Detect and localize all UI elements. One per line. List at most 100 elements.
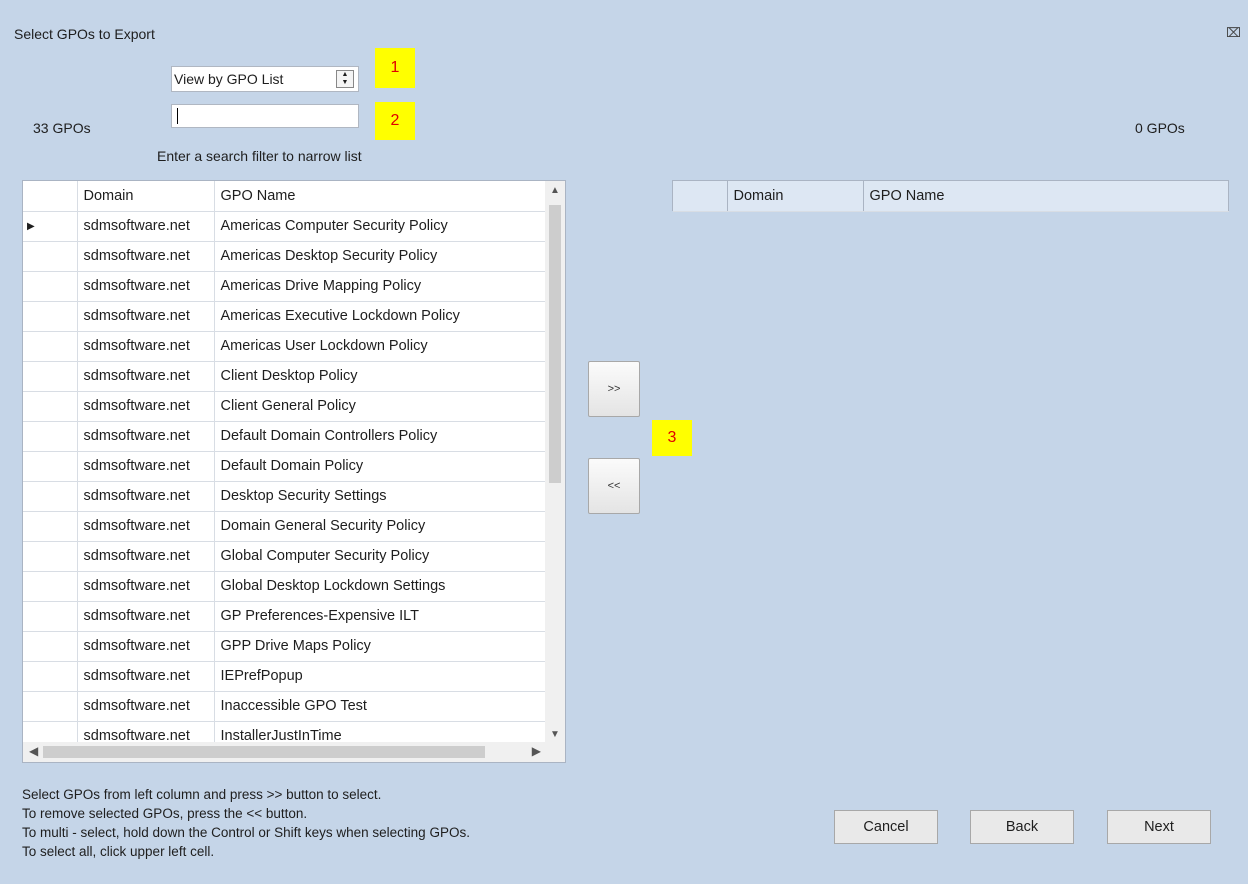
row-header-cell[interactable]	[23, 661, 78, 692]
table-row[interactable]: sdmsoftware.net Default Domain Controller…	[23, 421, 548, 452]
horizontal-scrollbar[interactable]: ◀ ▶	[23, 742, 565, 762]
gpo-name-cell[interactable]: Global Computer Security Policy	[214, 541, 548, 572]
row-header-cell[interactable]	[23, 541, 78, 572]
domain-cell[interactable]: sdmsoftware.net	[77, 511, 215, 542]
table-row[interactable]: sdmsoftware.net Client General Policy	[23, 391, 548, 422]
search-input[interactable]	[171, 104, 359, 128]
gpo-name-cell[interactable]: Client Desktop Policy	[214, 361, 548, 392]
row-header-cell[interactable]	[23, 271, 78, 302]
table-row[interactable]: ▶ sdmsoftware.net Americas Computer Securi…	[23, 211, 548, 242]
domain-cell[interactable]: sdmsoftware.net	[77, 541, 215, 572]
row-header-cell[interactable]	[23, 421, 78, 452]
domain-cell[interactable]: sdmsoftware.net	[77, 241, 215, 272]
scroll-up-icon[interactable]: ▲	[545, 185, 565, 196]
row-header-cell[interactable]	[23, 301, 78, 332]
domain-cell[interactable]: sdmsoftware.net	[77, 481, 215, 512]
remove-selected-button[interactable]: <<	[588, 458, 640, 514]
domain-cell[interactable]: sdmsoftware.net	[77, 301, 215, 332]
scroll-right-icon[interactable]: ▶	[532, 744, 541, 758]
spin-arrows-icon[interactable]: ▲ ▼	[336, 70, 354, 88]
row-header-cell[interactable]	[23, 361, 78, 392]
gpo-name-cell[interactable]: IEPrefPopup	[214, 661, 548, 692]
view-select-value: View by GPO List	[174, 71, 284, 87]
scroll-thumb[interactable]	[549, 205, 561, 483]
gpo-name-cell[interactable]: Americas Drive Mapping Policy	[214, 271, 548, 302]
select-all-cell-right[interactable]	[673, 181, 728, 212]
row-header-cell[interactable]	[23, 631, 78, 662]
gpo-name-cell[interactable]: GP Preferences-Expensive ILT	[214, 601, 548, 632]
row-header-cell[interactable]	[23, 391, 78, 422]
instruction-line: To select all, click upper left cell.	[22, 844, 215, 859]
row-header-cell[interactable]: ▶	[23, 211, 78, 242]
callout-1: 1	[375, 48, 415, 88]
row-header-cell[interactable]	[23, 331, 78, 362]
row-header-cell[interactable]	[23, 481, 78, 512]
scroll-down-icon[interactable]: ▼	[545, 729, 565, 740]
row-header-cell[interactable]	[23, 571, 78, 602]
table-row[interactable]: sdmsoftware.net Default Domain Policy	[23, 451, 548, 482]
domain-cell[interactable]: sdmsoftware.net	[77, 451, 215, 482]
table-row[interactable]: sdmsoftware.net Client Desktop Policy	[23, 361, 548, 392]
gpo-name-cell[interactable]: Default Domain Policy	[214, 451, 548, 482]
domain-cell[interactable]: sdmsoftware.net	[77, 361, 215, 392]
gpo-name-cell[interactable]: Americas Executive Lockdown Policy	[214, 301, 548, 332]
row-header-cell[interactable]	[23, 241, 78, 272]
row-header-cell[interactable]	[23, 601, 78, 632]
domain-cell[interactable]: sdmsoftware.net	[77, 391, 215, 422]
column-header-gpo-name[interactable]: GPO Name	[214, 181, 548, 212]
dialog-title: Select GPOs to Export	[14, 26, 155, 42]
table-row[interactable]: sdmsoftware.net Global Desktop Lockdown S…	[23, 571, 548, 602]
column-header-domain-right[interactable]: Domain	[727, 181, 864, 212]
table-row[interactable]: sdmsoftware.net IEPrefPopup	[23, 661, 548, 692]
hscroll-thumb[interactable]	[43, 746, 485, 758]
gpo-name-cell[interactable]: GPP Drive Maps Policy	[214, 631, 548, 662]
gpo-name-cell[interactable]: Default Domain Controllers Policy	[214, 421, 548, 452]
gpo-name-cell[interactable]: Desktop Security Settings	[214, 481, 548, 512]
available-gpos-grid[interactable]: Domain GPO Name ▶ sdmsoftware.net Americas…	[22, 180, 566, 763]
domain-cell[interactable]: sdmsoftware.net	[77, 421, 215, 452]
table-row[interactable]: sdmsoftware.net GPP Drive Maps Policy	[23, 631, 548, 662]
table-row[interactable]: sdmsoftware.net Inaccessible GPO Test	[23, 691, 548, 722]
row-header-cell[interactable]	[23, 511, 78, 542]
add-selected-button[interactable]: >>	[588, 361, 640, 417]
instruction-line: To remove selected GPOs, press the << bu…	[22, 806, 308, 821]
table-row[interactable]: sdmsoftware.net Americas Executive Lockdo…	[23, 301, 548, 332]
table-row[interactable]: sdmsoftware.net Desktop Security Settings	[23, 481, 548, 512]
domain-cell[interactable]: sdmsoftware.net	[77, 631, 215, 662]
domain-cell[interactable]: sdmsoftware.net	[77, 211, 215, 242]
gpo-name-cell[interactable]: Global Desktop Lockdown Settings	[214, 571, 548, 602]
gpo-name-cell[interactable]: Americas Computer Security Policy	[214, 211, 548, 242]
cancel-button[interactable]: Cancel	[834, 810, 938, 844]
gpo-name-cell[interactable]: Americas Desktop Security Policy	[214, 241, 548, 272]
gpo-name-cell[interactable]: Inaccessible GPO Test	[214, 691, 548, 722]
table-row[interactable]: sdmsoftware.net GP Preferences-Expensive …	[23, 601, 548, 632]
next-button[interactable]: Next	[1107, 810, 1211, 844]
column-header-domain[interactable]: Domain	[77, 181, 215, 212]
instructions: Select GPOs from left column and press >…	[22, 785, 470, 861]
domain-cell[interactable]: sdmsoftware.net	[77, 691, 215, 722]
vertical-scrollbar[interactable]: ▲ ▼	[545, 181, 565, 742]
table-row[interactable]: sdmsoftware.net Global Computer Security …	[23, 541, 548, 572]
row-header-cell[interactable]	[23, 451, 78, 482]
gpo-name-cell[interactable]: Americas User Lockdown Policy	[214, 331, 548, 362]
domain-cell[interactable]: sdmsoftware.net	[77, 661, 215, 692]
table-row[interactable]: sdmsoftware.net Americas Desktop Security…	[23, 241, 548, 272]
domain-cell[interactable]: sdmsoftware.net	[77, 271, 215, 302]
callout-2: 2	[375, 102, 415, 140]
gpo-name-cell[interactable]: Client General Policy	[214, 391, 548, 422]
row-header-cell[interactable]	[23, 691, 78, 722]
close-icon[interactable]: ⌧	[1226, 25, 1241, 41]
domain-cell[interactable]: sdmsoftware.net	[77, 571, 215, 602]
domain-cell[interactable]: sdmsoftware.net	[77, 331, 215, 362]
select-all-cell[interactable]	[23, 181, 78, 212]
gpo-name-cell[interactable]: Domain General Security Policy	[214, 511, 548, 542]
back-button[interactable]: Back	[970, 810, 1074, 844]
column-header-gpo-name-right[interactable]: GPO Name	[863, 181, 1229, 212]
selected-gpos-grid[interactable]: Domain GPO Name	[672, 180, 1229, 212]
view-select[interactable]: View by GPO List ▲ ▼	[171, 66, 359, 92]
table-row[interactable]: sdmsoftware.net Domain General Security P…	[23, 511, 548, 542]
table-row[interactable]: sdmsoftware.net Americas User Lockdown Po…	[23, 331, 548, 362]
table-row[interactable]: sdmsoftware.net Americas Drive Mapping Po…	[23, 271, 548, 302]
domain-cell[interactable]: sdmsoftware.net	[77, 601, 215, 632]
scroll-left-icon[interactable]: ◀	[29, 744, 38, 758]
